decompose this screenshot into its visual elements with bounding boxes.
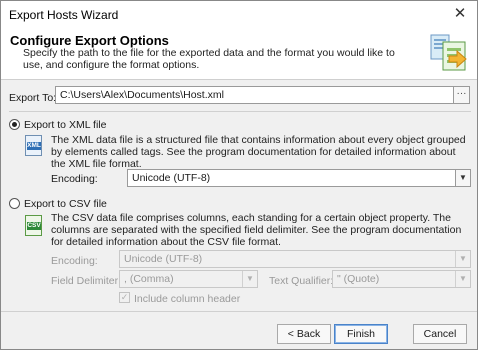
title-bar: Export Hosts Wizard ✕ xyxy=(1,1,477,28)
close-icon[interactable]: ✕ xyxy=(449,4,471,24)
xml-encoding-value: Unicode (UTF-8) xyxy=(132,172,211,184)
radio-selected-dot xyxy=(12,122,17,127)
cancel-button[interactable]: Cancel xyxy=(413,324,467,344)
csv-file-icon: CSV xyxy=(25,215,42,236)
page-description: Specify the path to the file for the exp… xyxy=(23,47,395,71)
xml-file-icon-tag: XML xyxy=(27,142,41,150)
export-path-input[interactable]: C:\Users\Alex\Documents\Host.xml xyxy=(55,86,454,104)
chevron-down-icon: ▼ xyxy=(455,251,470,267)
export-document-icon xyxy=(430,34,467,71)
chevron-down-icon: ▼ xyxy=(455,170,470,186)
csv-radio-label[interactable]: Export to CSV file xyxy=(24,198,107,210)
csv-description: The CSV data file comprises columns, eac… xyxy=(51,212,462,248)
xml-radio-label[interactable]: Export to XML file xyxy=(24,119,106,131)
xml-radio[interactable] xyxy=(9,119,20,130)
csv-radio[interactable] xyxy=(9,198,20,209)
back-button[interactable]: < Back xyxy=(277,324,331,344)
wizard-header: Configure Export Options Specify the pat… xyxy=(1,28,477,80)
window-title: Export Hosts Wizard xyxy=(9,8,119,22)
export-to-label: Export To: xyxy=(9,92,57,104)
text-qualifier-label: Text Qualifier: xyxy=(269,275,334,287)
browse-button[interactable]: ··· xyxy=(454,86,470,104)
field-delimiter-label: Field Delimiter: xyxy=(51,275,122,287)
csv-encoding-value: Unicode (UTF-8) xyxy=(124,253,203,265)
xml-encoding-label: Encoding: xyxy=(51,173,98,185)
xml-encoding-select[interactable]: Unicode (UTF-8) ▼ xyxy=(127,169,471,187)
text-qualifier-select[interactable]: " (Quote) ▼ xyxy=(332,270,471,288)
page-title: Configure Export Options xyxy=(10,33,169,48)
wizard-footer: < Back Finish Cancel xyxy=(1,311,477,349)
chevron-down-icon: ▼ xyxy=(455,271,470,287)
csv-encoding-label: Encoding: xyxy=(51,255,98,267)
include-header-label[interactable]: Include column header xyxy=(134,293,240,305)
include-header-checkbox[interactable]: ✓ xyxy=(119,292,130,303)
finish-button[interactable]: Finish xyxy=(334,324,388,344)
chevron-down-icon: ▼ xyxy=(242,271,257,287)
export-hosts-wizard-window: Export Hosts Wizard ✕ Configure Export O… xyxy=(0,0,478,350)
text-qualifier-value: " (Quote) xyxy=(337,273,380,285)
divider xyxy=(9,111,471,112)
xml-description: The XML data file is a structured file t… xyxy=(51,134,466,170)
field-delimiter-value: , (Comma) xyxy=(124,273,174,285)
csv-file-icon-tag: CSV xyxy=(27,222,41,230)
csv-encoding-select[interactable]: Unicode (UTF-8) ▼ xyxy=(119,250,471,268)
field-delimiter-select[interactable]: , (Comma) ▼ xyxy=(119,270,258,288)
xml-file-icon: XML xyxy=(25,135,42,156)
